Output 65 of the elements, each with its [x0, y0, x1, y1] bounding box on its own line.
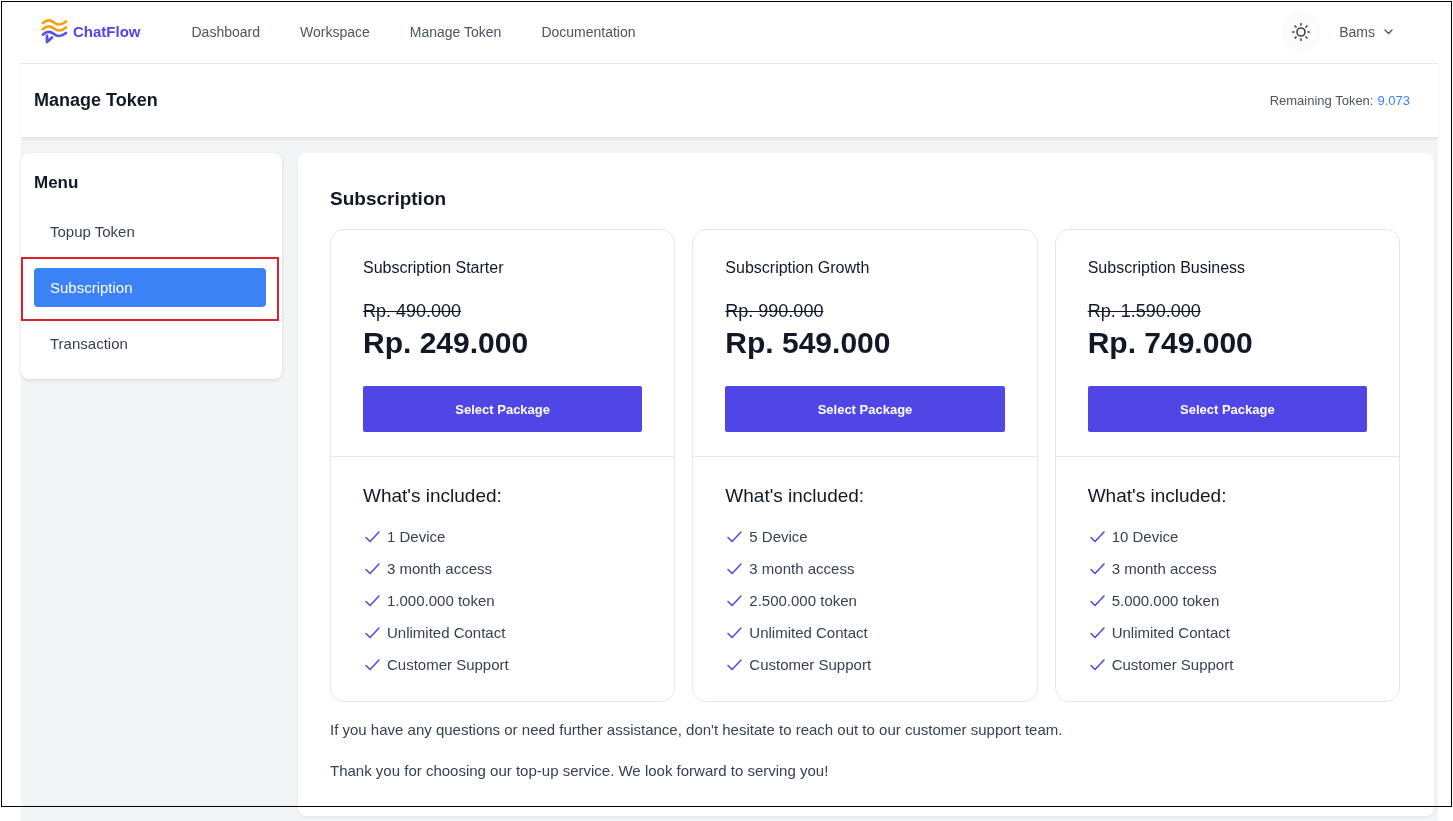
feature-text: 3 month access	[1111, 559, 1217, 579]
check-icon	[365, 627, 380, 639]
remaining-token-label: Remaining Token:	[1269, 93, 1374, 108]
check-icon	[365, 659, 380, 671]
check-icon	[727, 563, 743, 575]
check-icon	[365, 563, 380, 575]
sidebar-item[interactable]: Topup Token	[34, 212, 266, 251]
plan-name: Subscription Growth	[725, 258, 871, 278]
feature-text: 3 month access	[749, 559, 855, 579]
old-price: Rp. 490.000	[363, 300, 463, 323]
check-icon	[727, 531, 743, 543]
nav-link[interactable]: Dashboard	[191, 23, 260, 40]
feature-text: 1 Device	[387, 527, 446, 547]
plan-name: Subscription Business	[1087, 258, 1247, 278]
nav-link[interactable]: Documentation	[541, 23, 636, 40]
feature-text: Unlimited Contact	[1111, 623, 1231, 643]
feature-text: 5 Device	[749, 527, 808, 547]
user-menu-button[interactable]: Bams	[1339, 23, 1393, 40]
features-title: What's included:	[1087, 484, 1228, 508]
nav-link[interactable]: Workspace	[300, 23, 370, 40]
theme-toggle-button[interactable]	[1283, 13, 1320, 50]
info-text: Thank you for choosing our top-up service. We look forward to serving you!	[330, 761, 830, 781]
plan-price: Rp. 549.000	[725, 325, 892, 361]
old-price: Rp. 990.000	[725, 300, 825, 323]
feature-text: Customer Support	[387, 655, 509, 675]
feature-text: 2.500.000 token	[749, 591, 857, 611]
check-icon	[1089, 531, 1105, 543]
sidebar-item[interactable]: Transaction	[34, 324, 266, 363]
sidebar-item[interactable]: Subscription	[34, 268, 266, 307]
feature-text: 3 month access	[387, 559, 493, 579]
check-icon	[1089, 595, 1105, 607]
section-title: Subscription	[330, 187, 448, 211]
info-text: If you have any questions or need further assistance, don't hesitate to reach out to our customer support team.	[330, 720, 1064, 740]
feature-text: 10 Device	[1111, 527, 1179, 547]
logo-link[interactable]: ChatFlow	[41, 19, 141, 44]
feature-text: 1.000.000 token	[387, 591, 495, 611]
sidebar-title: Menu	[34, 172, 80, 194]
check-icon	[365, 595, 380, 607]
features-title: What's included:	[363, 484, 503, 508]
select-package-button[interactable]: Select Package	[1087, 386, 1367, 432]
chevron-down-icon	[1384, 28, 1393, 35]
check-icon	[727, 595, 743, 607]
nav-link[interactable]: Manage Token	[409, 23, 502, 40]
check-icon	[365, 531, 380, 543]
feature-text: Unlimited Contact	[387, 623, 506, 643]
check-icon	[727, 659, 743, 671]
remaining-token-value: 9.073	[1377, 93, 1410, 108]
sun-icon	[1292, 22, 1311, 41]
feature-text: Customer Support	[749, 655, 872, 675]
feature-text: 5.000.000 token	[1111, 591, 1220, 611]
check-icon	[1089, 659, 1105, 671]
check-icon	[1089, 627, 1105, 639]
select-package-button[interactable]: Select Package	[363, 386, 643, 432]
plan-price: Rp. 249.000	[363, 325, 530, 361]
feature-text: Customer Support	[1111, 655, 1234, 675]
select-package-button[interactable]: Select Package	[725, 386, 1005, 432]
logo-icon	[41, 19, 69, 44]
feature-text: Unlimited Contact	[749, 623, 868, 643]
page-title: Manage Token	[34, 90, 158, 111]
features-title: What's included:	[725, 484, 866, 508]
plan-name: Subscription Starter	[363, 258, 505, 278]
old-price: Rp. 1.590.000	[1087, 300, 1202, 323]
check-icon	[1089, 563, 1105, 575]
check-icon	[727, 627, 743, 639]
plan-price: Rp. 749.000	[1087, 325, 1254, 361]
